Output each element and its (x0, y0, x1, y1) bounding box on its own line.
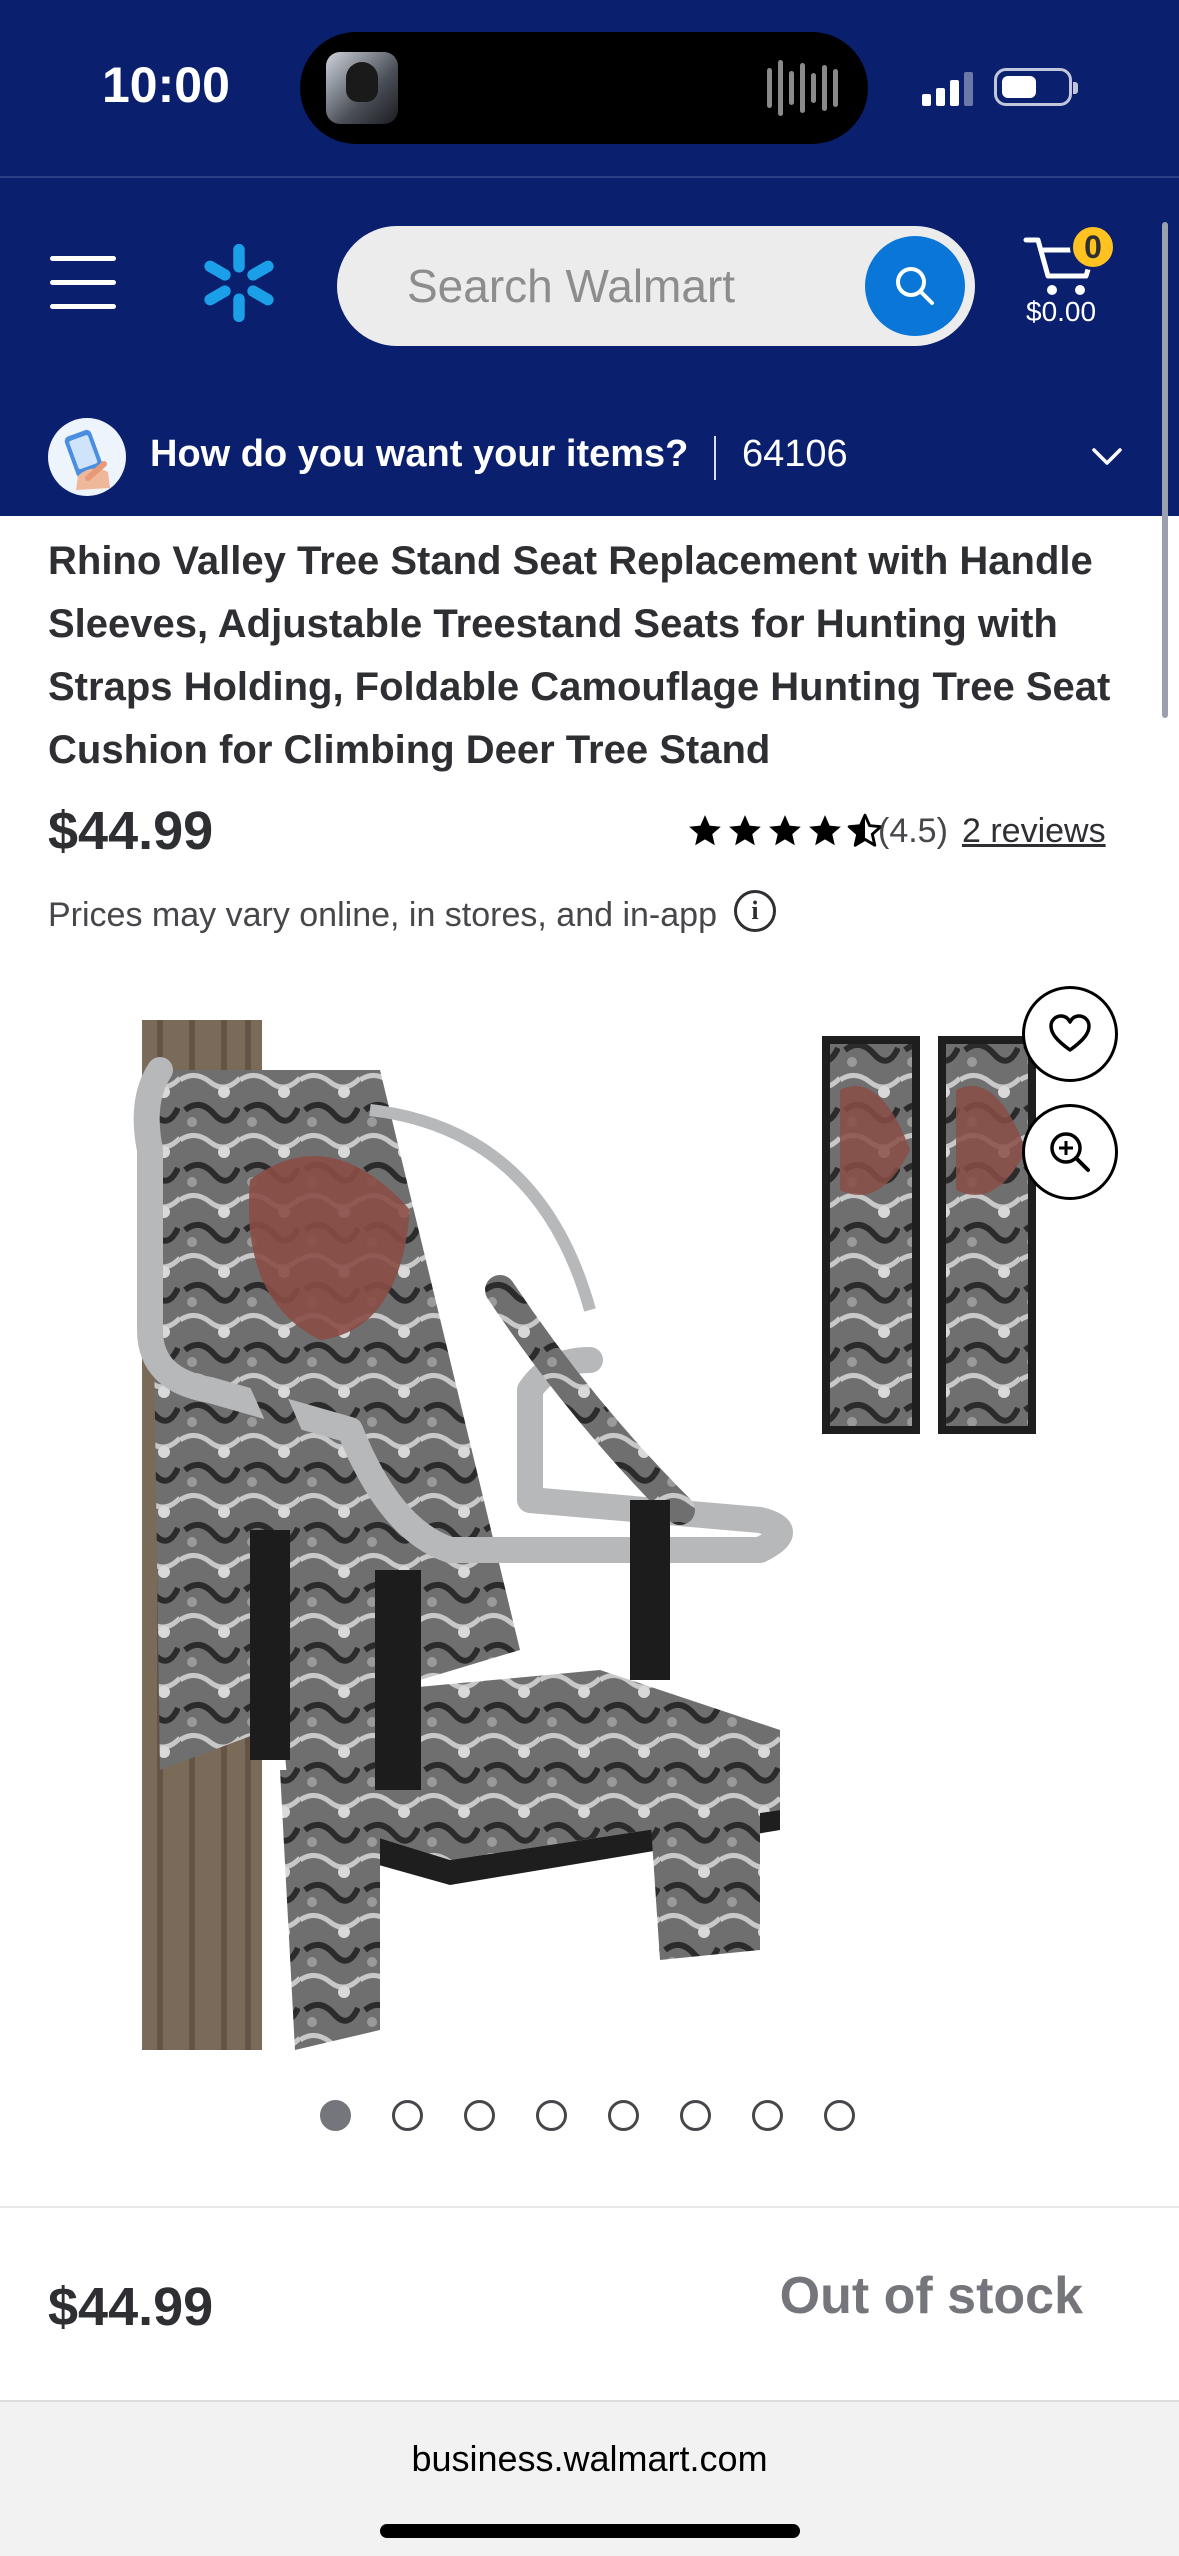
zoom-image-button[interactable] (1022, 1104, 1118, 1200)
zoom-in-icon (1050, 1132, 1090, 1172)
fulfillment-prompt: How do you want your items? (150, 433, 689, 475)
product-title: Rhino Valley Tree Stand Seat Replacement… (48, 539, 1111, 772)
carousel-dot[interactable] (752, 2100, 783, 2131)
fulfillment-selector[interactable]: How do you want your items? 64106 (0, 400, 1179, 516)
zip-code: 64106 (742, 433, 848, 475)
dynamic-island (300, 32, 868, 144)
star-full-icon (769, 815, 801, 846)
price-disclaimer: Prices may vary online, in stores, and i… (48, 896, 717, 934)
reviews-link[interactable]: 2 reviews (962, 812, 1106, 851)
hamburger-menu-icon[interactable] (50, 256, 116, 310)
battery-icon (994, 68, 1078, 106)
rating-value: (4.5) (878, 812, 948, 850)
cart-count-badge: 0 (1070, 224, 1116, 270)
cart-button[interactable]: 0 $0.00 (1020, 224, 1150, 346)
chevron-down-icon (1092, 448, 1122, 465)
star-full-icon (809, 815, 841, 846)
cellular-signal-icon (922, 72, 973, 106)
carousel-dot[interactable] (464, 2100, 495, 2131)
info-icon[interactable]: i (734, 890, 776, 932)
status-time: 10:00 (102, 57, 230, 113)
search-input[interactable] (407, 250, 847, 322)
search-icon (896, 267, 934, 305)
carousel-dot[interactable] (536, 2100, 567, 2131)
carousel-dot[interactable] (320, 2100, 351, 2131)
divider (0, 2206, 1179, 2208)
carousel-dot[interactable] (824, 2100, 855, 2131)
carousel-dot[interactable] (392, 2100, 423, 2131)
audio-waveform-icon (767, 58, 838, 118)
search-button[interactable] (865, 236, 965, 336)
divider (714, 436, 716, 480)
carousel-dot[interactable] (608, 2100, 639, 2131)
star-full-icon (689, 815, 721, 846)
product-price: $44.99 (48, 801, 214, 861)
cart-total: $0.00 (1026, 296, 1097, 327)
carousel-dot[interactable] (680, 2100, 711, 2131)
status-bar: 10:00 (0, 0, 1179, 176)
now-playing-thumbnail (326, 52, 398, 124)
product-image[interactable] (120, 1010, 1050, 2050)
url-field[interactable]: business.walmart.com (0, 2438, 1179, 2480)
star-full-icon (729, 815, 761, 846)
page-scrollbar[interactable] (1162, 222, 1168, 718)
site-header: 0 $0.00 (0, 178, 1179, 400)
heart-icon (1049, 1014, 1091, 1052)
browser-address-bar: business.walmart.com (0, 2400, 1179, 2556)
availability-status: Out of stock (779, 2267, 1083, 2325)
image-carousel-indicator (320, 2100, 855, 2131)
rating-stars (686, 812, 884, 850)
home-indicator[interactable] (380, 2524, 800, 2538)
sticky-price: $44.99 (48, 2277, 214, 2337)
walmart-spark-logo-icon[interactable] (198, 240, 280, 326)
search-bar (337, 226, 975, 346)
phone-delivery-icon (48, 418, 126, 496)
add-to-favorites-button[interactable] (1022, 986, 1118, 1082)
